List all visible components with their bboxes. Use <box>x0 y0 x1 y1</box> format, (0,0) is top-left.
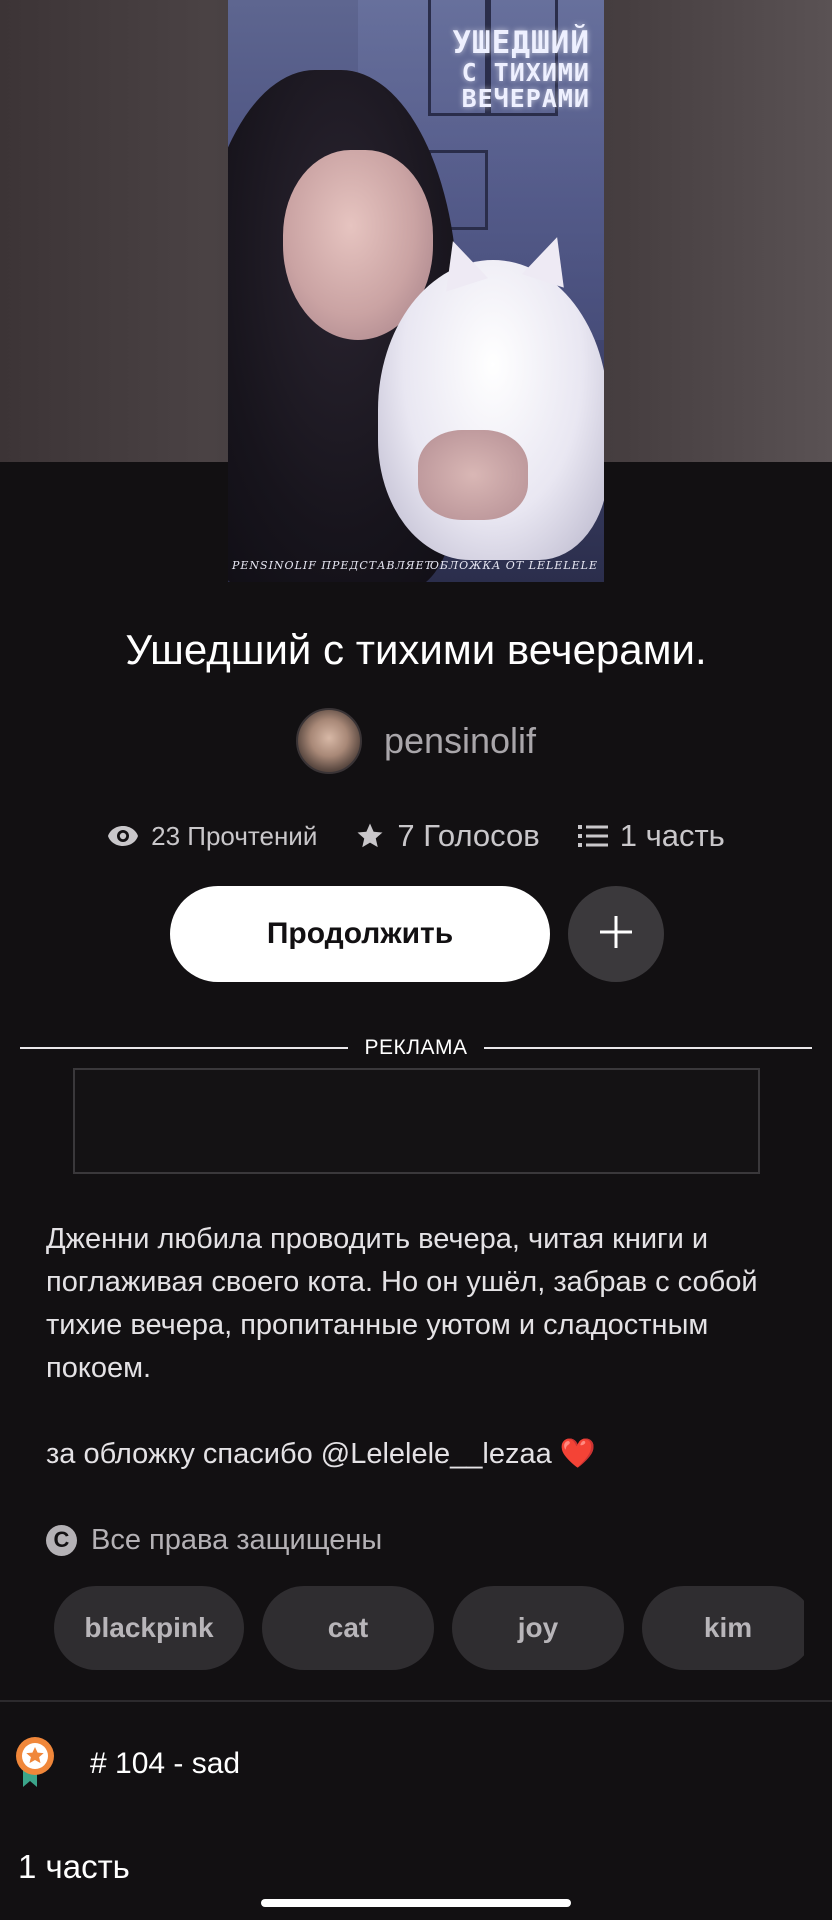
eye-icon <box>107 825 139 847</box>
parts-count: 1 часть <box>619 818 725 853</box>
ad-divider: РЕКЛАМА <box>20 1034 813 1062</box>
votes-count: 7 Голосов <box>397 818 540 853</box>
add-to-library-button[interactable] <box>568 886 664 982</box>
tag-chip[interactable]: kim <box>642 1586 804 1670</box>
cover-title-line: ВЕЧЕРАМИ <box>461 84 590 113</box>
description-paragraph: Дженни любила проводить вечера, читая кн… <box>46 1223 758 1384</box>
award-badge-icon <box>14 1736 56 1793</box>
tag-list: blackpink cat joy kim <box>54 1586 804 1670</box>
ad-slot[interactable] <box>73 1068 760 1174</box>
cover-title-line: С ТИХИМИ <box>461 58 590 87</box>
story-description: Дженни любила проводить вечера, читая кн… <box>46 1218 796 1476</box>
section-divider <box>0 1700 832 1702</box>
divider-line <box>483 1047 813 1049</box>
votes-stat: 7 Голосов <box>355 818 540 854</box>
tag-chip[interactable]: cat <box>262 1586 434 1670</box>
description-credit: за обложку спасибо @Lelelele__lezaa ❤️ <box>46 1433 796 1476</box>
copyright-icon: C <box>46 1524 77 1556</box>
reads-count: 23 Прочтений <box>151 820 318 851</box>
cover-credit-left: PENSINOLIF ПРЕДСТАВЛЯЕТ <box>232 559 433 572</box>
cover-title-line: УШЕДШИЙ <box>452 25 590 61</box>
ranking-row[interactable]: # 104 - sad <box>14 1736 240 1792</box>
story-stats: 23 Прочтений 7 Голосов 1 часть <box>0 814 832 858</box>
story-actions: Продолжить <box>170 886 664 982</box>
cover-hand <box>418 430 528 520</box>
parts-stat: 1 часть <box>577 818 725 854</box>
list-icon <box>577 823 608 849</box>
story-cover-image[interactable]: УШЕДШИЙ С ТИХИМИ ВЕЧЕРАМИ PENSINOLIF ПРЕ… <box>228 0 604 582</box>
copyright-text: Все права защищены <box>91 1523 383 1556</box>
cover-credit-right: ОБЛОЖКА ОТ LELELELE <box>429 559 598 572</box>
author-name[interactable]: pensinolif <box>384 720 536 762</box>
home-indicator[interactable] <box>261 1899 571 1907</box>
parts-section-heading: 1 часть <box>18 1848 130 1885</box>
reads-stat: 23 Прочтений <box>107 821 317 852</box>
author-avatar[interactable] <box>295 708 362 774</box>
tag-chip[interactable]: blackpink <box>54 1586 244 1670</box>
plus-icon <box>598 914 634 955</box>
author-link[interactable]: pensinolif <box>0 708 832 774</box>
divider-line <box>20 1047 349 1049</box>
continue-reading-button[interactable]: Продолжить <box>170 886 550 982</box>
ad-label: РЕКЛАМА <box>364 1036 468 1059</box>
cover-title-text: УШЕДШИЙ С ТИХИМИ ВЕЧЕРАМИ <box>360 26 590 112</box>
copyright-notice[interactable]: C Все права защищены <box>46 1520 382 1560</box>
story-details-screen: УШЕДШИЙ С ТИХИМИ ВЕЧЕРАМИ PENSINOLIF ПРЕ… <box>0 0 832 1920</box>
tag-chip[interactable]: joy <box>452 1586 624 1670</box>
star-icon <box>355 821 385 851</box>
ranking-text: # 104 - sad <box>90 1747 241 1780</box>
heart-icon: ❤️ <box>559 1438 596 1470</box>
story-title: Ушедший с тихими вечерами. <box>125 626 707 673</box>
cover-credit-text: за обложку спасибо @Lelelele__lezaa <box>46 1438 552 1470</box>
